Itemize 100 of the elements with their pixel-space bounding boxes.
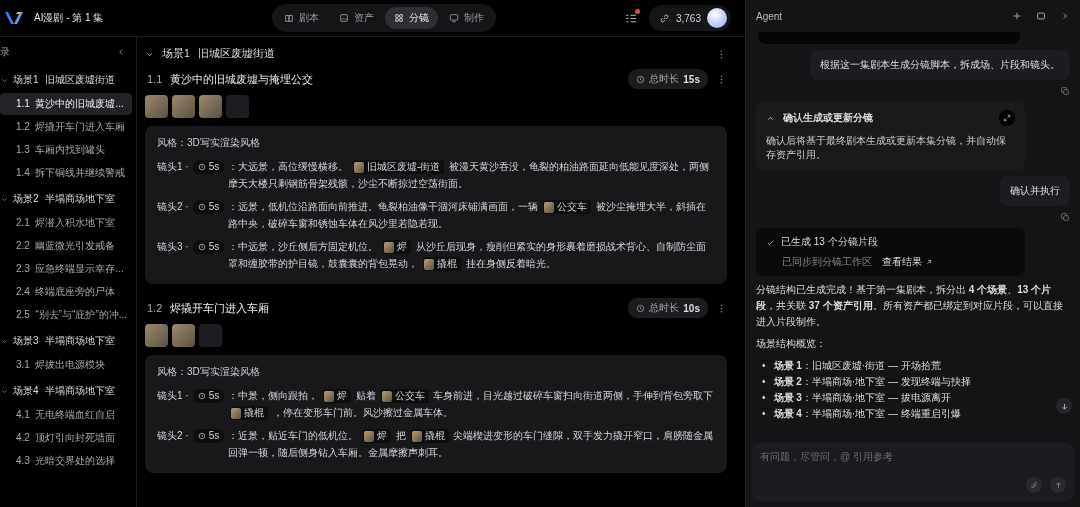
tab[interactable]: 剧本 [275,7,328,29]
scene-title: 半塌商场地下室 [44,192,115,206]
asset-thumbnail[interactable] [199,324,222,347]
list-item: 场景 3：半塌商场·地下室 — 拔电源离开 [773,391,951,405]
shot-description: ：近景，贴近车门的低机位。 烬 把 撬棍 尖端楔进变形的车门缝隙，双手发力撬开窄口，肩膀随金属回弹一顿，随后侧身钻入车厢。金属摩擦声刺耳。 [228,428,715,460]
outline-item[interactable]: 1.4 拆下铜线并继续警戒 [0,162,132,184]
outline-item[interactable]: 1.3 车厢内找到罐头 [0,139,132,161]
avatar[interactable] [707,8,727,28]
clock-icon [636,303,646,313]
bullet: • [762,391,766,405]
asset-chip[interactable]: 公交车 [543,200,591,215]
grid-icon [394,13,404,23]
attach-button[interactable] [1026,477,1042,493]
shot-label: 镜头1 · [157,389,189,403]
outline-item[interactable]: 4.3 光暗交界处的选择 [0,450,132,472]
scene-title: 半塌商场地下室 [44,334,115,348]
outline-item[interactable]: 1.1 黄沙中的旧城废墟... [0,93,132,115]
asset-thumbnail [324,390,334,402]
expand-button[interactable] [999,110,1015,126]
asset-thumbnail[interactable] [226,95,249,118]
credits-badge[interactable]: 3,763 [648,5,731,31]
segment-number: 1.2 [147,302,163,314]
asset-thumbnail [411,430,422,442]
shot-label: 镜头3 · [157,240,189,254]
asset-thumbnail[interactable] [145,95,168,118]
outline-item[interactable]: 2.3 应急终端显示幸存... [0,258,132,280]
duration-value: 5s [208,239,220,254]
scene-title: 半塌商场地下室 [44,384,115,398]
asset-chip[interactable]: 烬 [363,429,391,444]
asset-thumbnail[interactable] [199,95,222,118]
asset-thumbnail [544,201,554,213]
duration-value: 5s [208,199,220,214]
asset-chip[interactable]: 撬棍 [410,429,449,444]
chat-icon[interactable] [1036,11,1046,21]
arrow-icon [925,258,933,266]
image-icon [339,13,349,23]
tab[interactable]: 分镜 [385,7,438,29]
link-icon [658,12,670,24]
asset-chip[interactable]: 公交车 [380,389,429,404]
user-message: 确认并执行 [1000,176,1070,206]
message-text: 分镜结构已生成完成！基于第一集剧本，拆分出 4 个场景、13 个片段，共关联 37 个资产引用。所有资产都已绑定到对应片段，可以直接进入片段制作。 [756,283,1064,329]
book-icon [284,13,294,23]
asset-thumbnail [424,258,434,270]
task-list-button[interactable] [623,11,637,25]
bullet: • [762,359,766,373]
duration-label: 总时长 [649,301,680,315]
outline-item[interactable]: 1.2 烬撬开车门进入车厢 [0,116,132,138]
outline-item[interactable]: 2.5 “别去”与“庇护”的冲... [0,304,132,326]
outline-item[interactable]: 3.1 烬拔出电源模块 [0,354,132,376]
project-title: AI漫剧 - 第 1 集 [34,11,104,25]
clock-icon [197,242,206,251]
shot-label: 镜头2 · [157,200,189,214]
card-title: 确认生成或更新分镜 [783,111,873,125]
chat-input[interactable]: 有问题，尽管问，@ 引用参考 [760,451,1066,462]
tab[interactable]: 制作 [440,7,493,29]
outline-item[interactable]: 2.4 终端底座旁的尸体 [0,281,132,303]
segment-title: 黄沙中的旧城废墟与掩埋公交 [170,71,314,87]
outline-item[interactable]: 4.2 顶灯引向封死墙面 [0,427,132,449]
expand-icon [1003,114,1011,122]
arrow-up-icon [1053,480,1063,490]
arrow-down-icon [1059,401,1069,411]
asset-thumbnail [231,407,242,419]
list-item: 场景 4：半塌商场·地下室 — 终端重启引爆 [773,407,961,421]
asset-chip[interactable]: 烬 [383,240,411,255]
monitor-icon [449,13,459,23]
outline-item[interactable]: 2.2 幽蓝微光引发戒备 [0,235,132,257]
asset-chip[interactable]: 撬棍 [230,406,269,421]
asset-chip[interactable]: 撬棍 [423,257,461,272]
check-icon [766,237,775,247]
outline-item[interactable]: 4.1 无电终端血红自启 [0,404,132,426]
view-result-link[interactable]: 查看结果 [882,255,933,269]
user-message: 根据这一集剧本生成分镜脚本，拆成场、片段和镜头。 [810,50,1070,80]
asset-thumbnail[interactable] [172,324,195,347]
copy-icon[interactable] [1060,86,1070,96]
outline-item[interactable]: 2.1 烬潜入积水地下室 [0,212,132,234]
asset-thumbnail [364,430,374,442]
card-text: 确认后将基于最终剧本生成或更新本集分镜，并自动保存资产引用。 [766,134,1007,162]
paperclip-icon [1029,480,1039,490]
asset-chip[interactable]: 旧城区废墟-街道 [353,160,445,175]
clock-icon [197,202,206,211]
asset-thumbnail[interactable] [172,95,195,118]
asset-thumbnail [384,241,394,253]
scroll-down-button[interactable] [1056,398,1072,414]
asset-chip[interactable]: 烬 [323,389,351,404]
clock-icon [636,74,646,84]
result-title: 已生成 13 个分镜片段 [781,235,878,249]
tab[interactable]: 资产 [330,7,383,29]
asset-thumbnail [354,161,364,173]
duration-label: 总时长 [649,72,680,86]
asset-thumbnail[interactable] [145,324,168,347]
segment-number: 1.1 [147,73,163,85]
scene-title: 旧城区废墟街道 [197,47,275,61]
scene-label: 场景1 [13,73,39,87]
send-button[interactable] [1050,477,1066,493]
scene-label: 场景2 [13,192,39,206]
style-text: 风格：3D写实渲染风格 [157,136,261,150]
plus-icon[interactable] [1012,11,1022,21]
scene-title: 旧城区废墟街道 [44,73,115,87]
copy-icon[interactable] [1060,212,1070,222]
bullet: • [762,375,766,389]
